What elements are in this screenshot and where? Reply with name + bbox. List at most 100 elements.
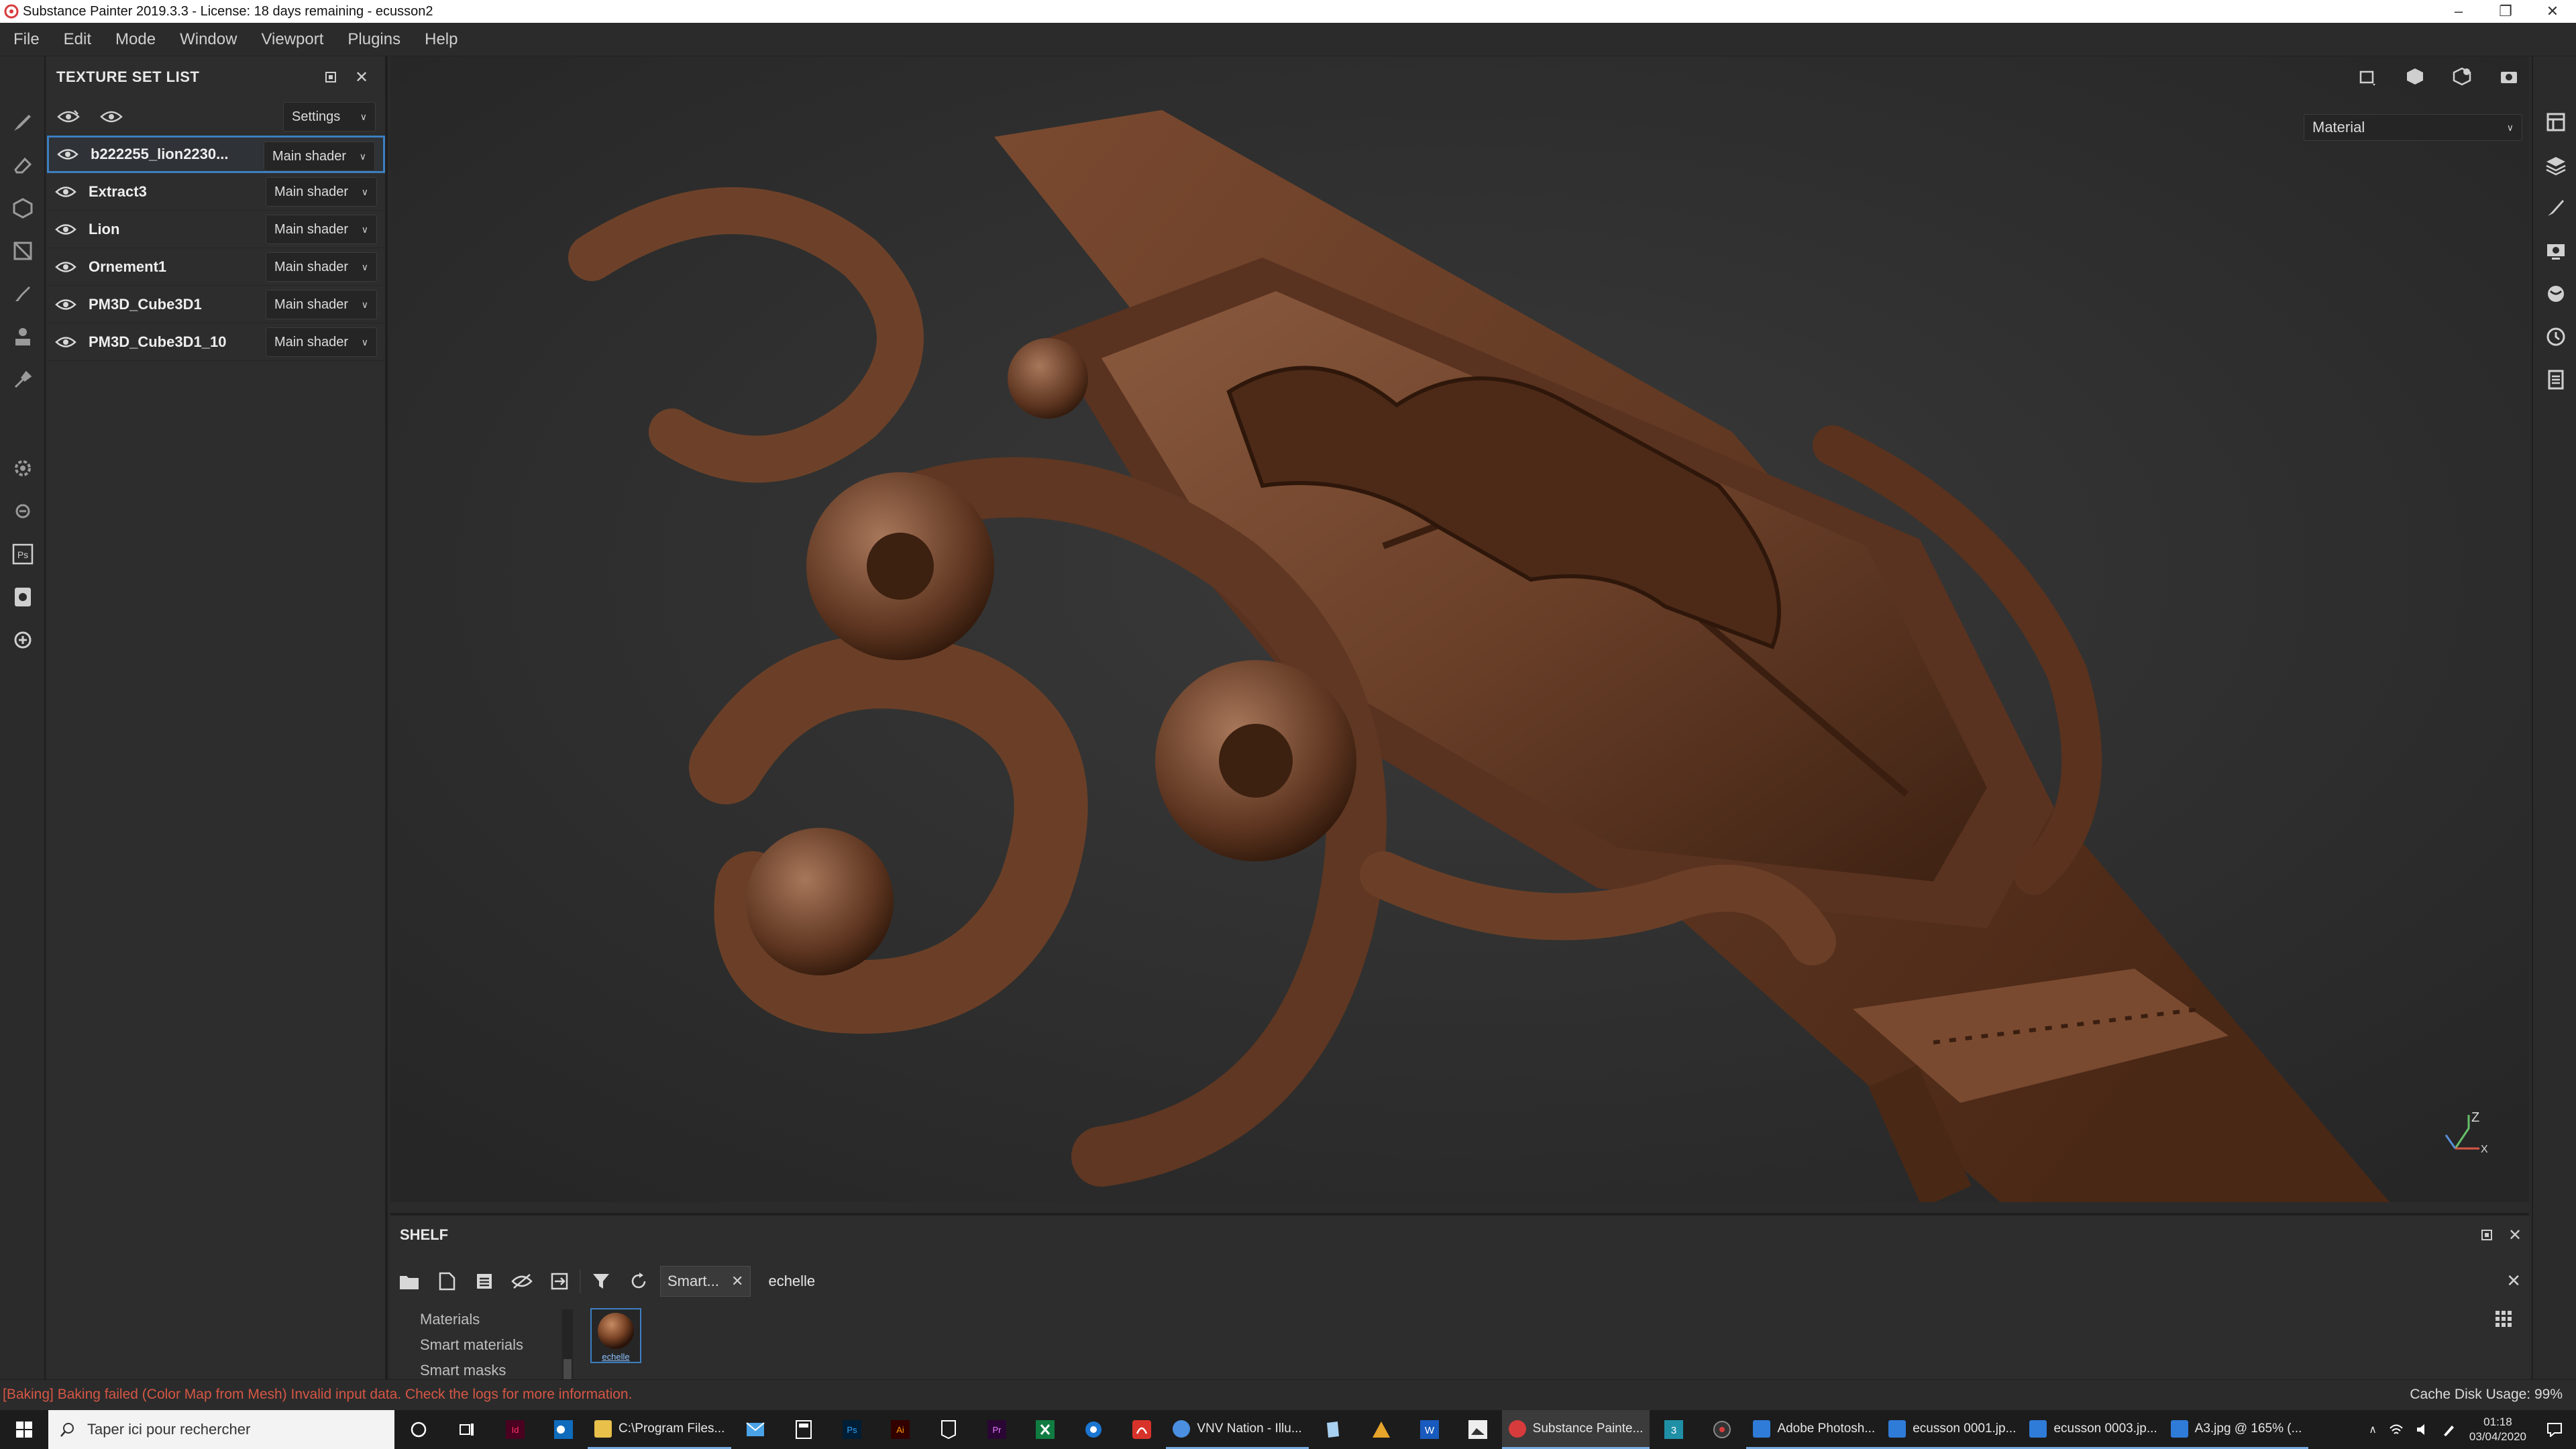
notepad-icon[interactable] bbox=[1309, 1410, 1357, 1449]
visibility-eye-icon[interactable] bbox=[97, 103, 126, 130]
export-icon[interactable] bbox=[545, 1268, 574, 1295]
undock-icon[interactable] bbox=[321, 67, 341, 87]
viewport-display-mode-dropdown[interactable]: Material ∨ bbox=[2304, 114, 2522, 141]
paint-brush-icon[interactable] bbox=[9, 109, 36, 136]
notifications-icon[interactable] bbox=[2546, 1422, 2563, 1437]
premiere-icon[interactable]: Pr bbox=[973, 1410, 1021, 1449]
clone-icon[interactable] bbox=[9, 323, 36, 350]
polygon-fill-icon[interactable] bbox=[9, 237, 36, 264]
settings-dropdown[interactable]: Settings ∨ bbox=[283, 102, 376, 131]
3d-viewport[interactable]: Material ∨ Z X bbox=[390, 56, 2529, 1202]
filter-icon[interactable] bbox=[586, 1268, 616, 1295]
color-picker-icon[interactable] bbox=[9, 366, 36, 393]
image-viewer-icon[interactable] bbox=[1454, 1410, 1502, 1449]
obs-icon[interactable] bbox=[1698, 1410, 1746, 1449]
folder-icon[interactable] bbox=[394, 1268, 424, 1295]
texture-set-row[interactable]: Ornement1 Main shader ∨ bbox=[47, 248, 385, 286]
calculator-icon[interactable] bbox=[780, 1410, 828, 1449]
import-resources-icon[interactable] bbox=[470, 1268, 499, 1295]
eye-icon[interactable] bbox=[53, 147, 83, 162]
iray-icon[interactable] bbox=[9, 584, 36, 610]
properties-brush-icon[interactable] bbox=[2541, 193, 2571, 223]
shader-dropdown[interactable]: Main shader ∨ bbox=[266, 327, 377, 357]
shelf-search-input[interactable]: echelle bbox=[768, 1273, 815, 1290]
close-panel-icon[interactable]: ✕ bbox=[2505, 1225, 2525, 1245]
shader-dropdown[interactable]: Main shader ∨ bbox=[266, 177, 377, 207]
texture-set-row[interactable]: PM3D_Cube3D1_10 Main shader ∨ bbox=[47, 323, 385, 361]
menu-viewport[interactable]: Viewport bbox=[261, 30, 323, 49]
texture-set-settings-icon[interactable] bbox=[2541, 107, 2571, 137]
display-settings-icon[interactable] bbox=[2541, 236, 2571, 266]
texture-set-row[interactable]: PM3D_Cube3D1 Main shader ∨ bbox=[47, 286, 385, 323]
taskbar-app-chrome[interactable]: VNV Nation - Illu... bbox=[1166, 1410, 1309, 1449]
shader-settings-icon[interactable] bbox=[2541, 279, 2571, 309]
clock[interactable]: 01:18 03/04/2020 bbox=[2469, 1415, 2526, 1444]
taskbar-app-photoshop-doc[interactable]: ecusson 0001.jp... bbox=[1882, 1410, 2023, 1449]
taskbar-app-explorer[interactable]: C:\Program Files... bbox=[588, 1410, 732, 1449]
grid-view-icon[interactable] bbox=[2494, 1309, 2513, 1328]
taskbar-search-input[interactable]: Taper ici pour rechercher bbox=[48, 1410, 394, 1449]
indesign-icon[interactable]: Id bbox=[491, 1410, 539, 1449]
photoshop-icon[interactable]: Ps bbox=[828, 1410, 876, 1449]
clear-search-icon[interactable]: ✕ bbox=[2506, 1271, 2521, 1291]
chevron-up-icon[interactable]: ∧ bbox=[2369, 1423, 2377, 1436]
hide-icon[interactable] bbox=[507, 1268, 537, 1295]
menu-plugins[interactable]: Plugins bbox=[347, 30, 400, 49]
excel-icon[interactable] bbox=[1021, 1410, 1069, 1449]
eye-icon[interactable] bbox=[51, 297, 80, 312]
bake-icon[interactable] bbox=[9, 498, 36, 525]
close-window-button[interactable]: ✕ bbox=[2529, 0, 2576, 23]
shader-dropdown[interactable]: Main shader ∨ bbox=[266, 252, 377, 282]
eye-icon[interactable] bbox=[51, 260, 80, 274]
remove-filter-icon[interactable]: ✕ bbox=[731, 1273, 743, 1290]
settings-gear-icon[interactable] bbox=[9, 455, 36, 482]
taskbar-app-photoshop[interactable]: Adobe Photosh... bbox=[1746, 1410, 1882, 1449]
display-cube-icon[interactable] bbox=[2402, 63, 2428, 90]
log-icon[interactable] bbox=[2541, 365, 2571, 394]
undock-icon[interactable] bbox=[2477, 1225, 2497, 1245]
texture-set-row[interactable]: Lion Main shader ∨ bbox=[47, 211, 385, 248]
network-icon[interactable] bbox=[2389, 1423, 2404, 1436]
texture-set-row[interactable]: Extract3 Main shader ∨ bbox=[47, 173, 385, 211]
outlook-icon[interactable] bbox=[539, 1410, 588, 1449]
mail-icon[interactable] bbox=[731, 1410, 780, 1449]
shader-dropdown[interactable]: Main shader ∨ bbox=[266, 290, 377, 319]
shelf-category-smart-materials[interactable]: Smart materials bbox=[397, 1332, 572, 1358]
photoshop-export-icon[interactable]: Ps bbox=[9, 541, 36, 568]
shelf-category-materials[interactable]: Materials bbox=[397, 1307, 572, 1332]
menu-file[interactable]: File bbox=[13, 30, 40, 49]
status-error-message[interactable]: [Baking] Baking failed (Color Map from M… bbox=[3, 1387, 632, 1403]
taskbar-app-photoshop-doc[interactable]: ecusson 0003.jp... bbox=[2023, 1410, 2164, 1449]
eye-icon[interactable] bbox=[51, 184, 80, 199]
steam-icon[interactable] bbox=[1069, 1410, 1118, 1449]
taskbar-app-photoshop-doc[interactable]: A3.jpg @ 165% (... bbox=[2163, 1410, 2309, 1449]
illustrator-icon[interactable]: Ai bbox=[876, 1410, 924, 1449]
projection-icon[interactable] bbox=[9, 195, 36, 221]
shader-dropdown[interactable]: Main shader ∨ bbox=[266, 215, 377, 244]
screenshot-camera-icon[interactable] bbox=[2496, 63, 2522, 90]
texture-set-row[interactable]: b222255_lion2230... Main shader ∨ bbox=[47, 136, 385, 173]
eye-icon[interactable] bbox=[51, 335, 80, 350]
plugin-icon[interactable] bbox=[9, 627, 36, 653]
menu-window[interactable]: Window bbox=[180, 30, 237, 49]
adobe-acrobat-icon[interactable] bbox=[1118, 1410, 1166, 1449]
minimize-button[interactable]: – bbox=[2435, 0, 2482, 23]
task-view-icon[interactable] bbox=[443, 1410, 491, 1449]
refresh-icon[interactable] bbox=[624, 1268, 653, 1295]
pen-icon[interactable] bbox=[2443, 1423, 2456, 1436]
eye-icon[interactable] bbox=[51, 222, 80, 237]
eraser-icon[interactable] bbox=[9, 152, 36, 178]
layers-icon[interactable] bbox=[2541, 150, 2571, 180]
new-file-icon[interactable] bbox=[432, 1268, 462, 1295]
menu-mode[interactable]: Mode bbox=[115, 30, 156, 49]
taskbar-app-substance-painter[interactable]: Substance Painte... bbox=[1501, 1410, 1650, 1449]
shelf-filter-chip[interactable]: Smart... ✕ bbox=[660, 1266, 751, 1297]
epic-games-icon[interactable] bbox=[924, 1410, 973, 1449]
menu-edit[interactable]: Edit bbox=[64, 30, 91, 49]
windows-start-icon[interactable] bbox=[0, 1410, 48, 1449]
warning-app-icon[interactable] bbox=[1357, 1410, 1405, 1449]
environment-light-icon[interactable] bbox=[2449, 63, 2475, 90]
shader-dropdown[interactable]: Main shader ∨ bbox=[264, 142, 375, 171]
camera-views-icon[interactable] bbox=[2355, 63, 2381, 90]
shelf-category-scrollbar[interactable] bbox=[562, 1309, 573, 1382]
